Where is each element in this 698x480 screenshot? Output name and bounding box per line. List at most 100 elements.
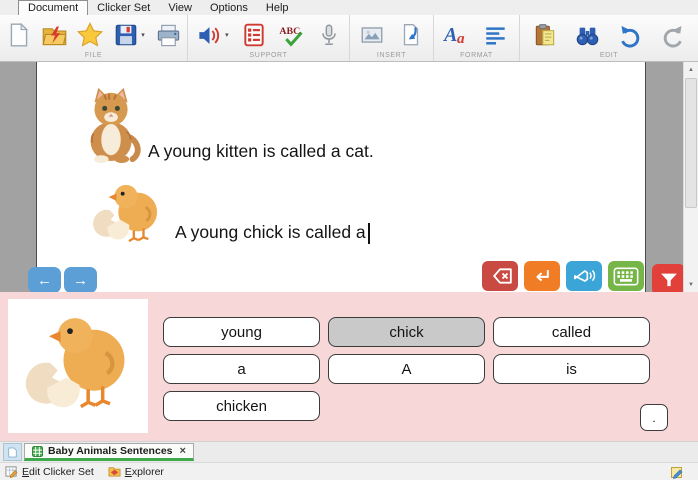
new-tab-button[interactable] <box>3 443 22 461</box>
grid-cell-is[interactable]: is <box>493 354 650 384</box>
chick-hatching-picture <box>25 318 125 409</box>
page-navigation: ← → <box>28 267 97 293</box>
binoculars-icon <box>576 27 599 45</box>
return-button[interactable] <box>524 261 560 291</box>
paste-button[interactable] <box>528 19 562 51</box>
edit-clicker-set-link[interactable]: Edit Clicker Set <box>5 465 94 478</box>
cell-label: a <box>237 360 246 378</box>
toolbar-group-support: ▾ ABC SUPPORT <box>188 15 350 61</box>
insert-file-button[interactable] <box>394 19 428 51</box>
explorer-folder-icon <box>108 467 121 477</box>
toolbar-group-edit: EDIT <box>520 15 698 61</box>
favorites-button[interactable] <box>73 19 107 51</box>
save-button[interactable]: ▾ <box>108 19 150 51</box>
menu-options[interactable]: Options <box>201 1 257 15</box>
picture-icon <box>361 27 383 43</box>
speak-sentence-button[interactable] <box>566 261 602 291</box>
toolbar-group-format: A a FORMAT <box>434 15 520 61</box>
document-scrollbar[interactable]: ▲ ▼ <box>683 62 698 292</box>
chick-image <box>93 184 158 243</box>
svg-text:a: a <box>457 30 465 47</box>
alignment-button[interactable] <box>479 19 513 51</box>
clicker-set-icon <box>32 445 43 457</box>
tab-baby-animals-sentences[interactable]: Baby Animals Sentences × <box>24 443 194 461</box>
tab-label: Baby Animals Sentences <box>48 445 173 457</box>
grid-picture-cell[interactable] <box>8 299 148 433</box>
svg-text:A: A <box>443 24 457 46</box>
menu-view[interactable]: View <box>159 1 201 15</box>
scroll-up-arrow[interactable]: ▲ <box>684 63 698 76</box>
cell-label: is <box>566 360 577 378</box>
star-icon <box>76 21 103 47</box>
grid-cell-called[interactable]: called <box>493 317 650 347</box>
funnel-icon <box>660 273 677 287</box>
text-cursor <box>367 223 370 244</box>
grid-cell-A[interactable]: A <box>328 354 485 384</box>
redo-icon <box>663 25 682 48</box>
undo-button[interactable] <box>613 19 647 51</box>
notes-button[interactable] <box>670 465 684 480</box>
document-page[interactable]: A young kitten is called a cat. A young … <box>36 62 646 292</box>
hide-grid-button[interactable] <box>652 264 685 295</box>
record-button[interactable] <box>312 19 346 51</box>
scroll-down-arrow[interactable]: ▼ <box>684 278 698 291</box>
scrollbar-thumb[interactable] <box>685 78 697 208</box>
speak-dropdown-caret[interactable]: ▾ <box>225 31 229 39</box>
undo-icon <box>620 25 639 48</box>
clicker-grid: young chick called a A is chicken . <box>0 292 698 441</box>
grid-cell-young[interactable]: young <box>163 317 320 347</box>
paste-icon <box>536 24 555 46</box>
speak-button[interactable]: ▾ <box>191 19 233 51</box>
sentence-row-kitten: A young kitten is called a cat. <box>81 85 645 163</box>
toolbar-group-label-support: SUPPORT <box>249 52 288 59</box>
svg-text:ABC: ABC <box>280 26 301 37</box>
redo-button[interactable] <box>656 19 690 51</box>
edit-grid-icon <box>5 466 18 478</box>
new-document-button[interactable] <box>2 19 36 51</box>
find-button[interactable] <box>571 19 605 51</box>
return-icon <box>536 270 549 282</box>
tab-bar: Baby Animals Sentences × <box>0 441 698 462</box>
word-list-button[interactable] <box>237 19 271 51</box>
document-area: A young kitten is called a cat. A young … <box>0 62 698 295</box>
blank-page-icon <box>8 447 17 457</box>
tab-close-icon[interactable]: × <box>180 445 186 457</box>
grid-cell-chick[interactable]: chick <box>328 317 485 347</box>
insert-picture-button[interactable] <box>355 19 389 51</box>
menu-help[interactable]: Help <box>257 1 298 15</box>
menu-document[interactable]: Document <box>18 0 89 15</box>
toolbar-group-label-edit: EDIT <box>599 52 619 59</box>
kitten-image <box>90 87 141 163</box>
check-spelling-button[interactable]: ABC <box>274 19 308 51</box>
print-button[interactable] <box>152 19 186 51</box>
file-arrow-icon <box>403 24 419 46</box>
grid-cell-period[interactable]: . <box>640 404 668 431</box>
toolbar-group-label-insert: INSERT <box>376 52 407 59</box>
toolbar-group-label-format: FORMAT <box>460 52 493 59</box>
save-dropdown-caret[interactable]: ▾ <box>141 31 145 39</box>
menu-clicker-set[interactable]: Clicker Set <box>88 1 159 15</box>
previous-page-button[interactable]: ← <box>28 267 61 293</box>
cell-label: A <box>401 360 412 378</box>
backspace-button[interactable] <box>482 261 518 291</box>
toolbar-group-file: ▾ FILE <box>0 15 188 61</box>
main-toolbar: ▾ FILE ▾ ABC SUPPORT INSERT A a FORMAT E… <box>0 15 698 62</box>
toolbar-group-label-file: FILE <box>84 52 103 59</box>
print-icon <box>157 24 180 46</box>
toolbar-group-insert: INSERT <box>350 15 434 61</box>
status-label-accel: E <box>22 465 30 478</box>
backspace-icon <box>493 268 512 284</box>
grid-cell-chicken[interactable]: chicken <box>163 391 320 421</box>
alignment-icon <box>486 27 505 45</box>
font-button[interactable]: A a <box>440 19 474 51</box>
word-list-icon <box>244 23 264 47</box>
cell-label: chick <box>389 323 424 341</box>
status-label: dit Clicker Set <box>29 465 94 478</box>
explorer-link[interactable]: Explorer <box>108 465 164 478</box>
grid-cell-a[interactable]: a <box>163 354 320 384</box>
next-page-button[interactable]: → <box>64 267 97 293</box>
save-icon <box>115 24 137 46</box>
keyboard-button[interactable] <box>608 261 644 291</box>
status-label: xplorer <box>131 465 164 478</box>
quick-open-button[interactable] <box>37 19 71 51</box>
